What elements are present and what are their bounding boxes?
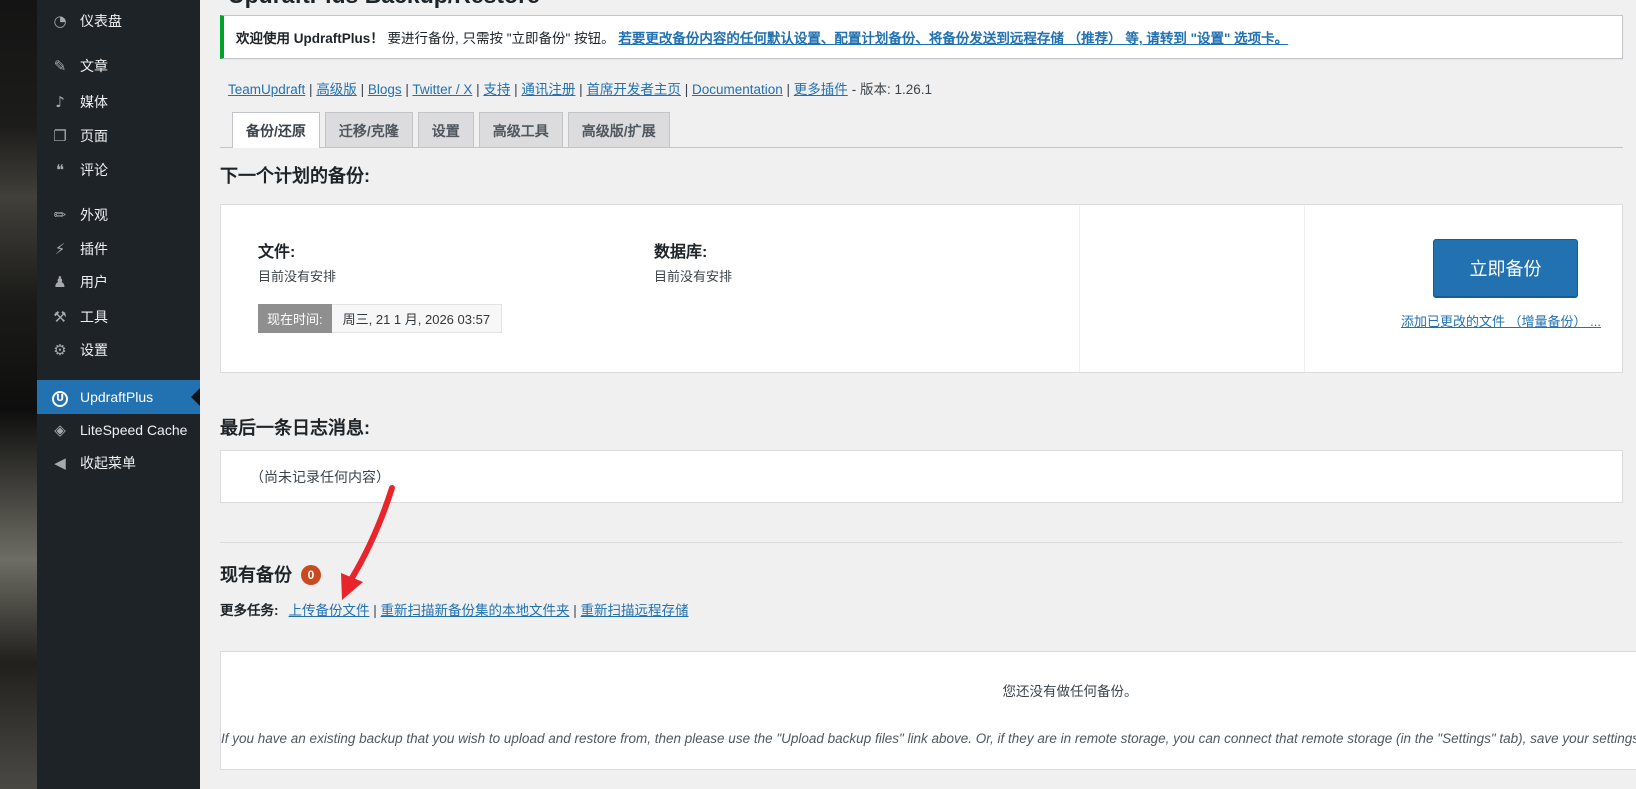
sidebar-item-label: 评论	[80, 160, 108, 180]
next-backup-heading: 下一个计划的备份:	[220, 162, 370, 188]
plug-icon: ⚡	[50, 240, 70, 258]
wrench-icon: ⚒	[50, 308, 70, 326]
sidebar-item-comments[interactable]: ❝ 评论	[37, 153, 200, 187]
link-blogs[interactable]: Blogs	[368, 82, 402, 97]
brush-icon: ✏	[50, 206, 70, 224]
backup-now-button[interactable]: 立即备份	[1433, 239, 1578, 297]
sidebar-item-posts[interactable]: ✎ 文章	[37, 49, 200, 83]
link-twitter[interactable]: Twitter / X	[412, 82, 472, 97]
link-more-plugins[interactable]: 更多插件	[794, 82, 848, 97]
more-tasks-row: 更多任务: 上传备份文件重新扫描新备份集的本地文件夹重新扫描远程存储	[220, 599, 689, 619]
sidebar-item-collapse-menu[interactable]: ◀ 收起菜单	[37, 446, 200, 480]
sidebar-item-label: 设置	[80, 340, 108, 360]
time-now: 现在时间:周三, 21 1 月, 2026 03:57	[258, 304, 502, 333]
time-now-label: 现在时间:	[258, 304, 332, 333]
link-rescan-local-folder[interactable]: 重新扫描新备份集的本地文件夹	[381, 603, 570, 618]
link-teamupdraft[interactable]: TeamUpdraft	[228, 82, 305, 97]
tab-migrate-clone[interactable]: 迁移/克隆	[325, 112, 413, 147]
existing-backups-title: 现有备份	[220, 565, 292, 585]
sidebar-item-label: 用户	[80, 272, 108, 292]
next-backup-panel: 文件: 目前没有安排 数据库: 目前没有安排 现在时间:周三, 21 1 月, …	[220, 204, 1623, 373]
link-rescan-remote-storage[interactable]: 重新扫描远程存储	[581, 603, 689, 618]
welcome-notice: 欢迎使用 UpdraftPlus！ 要进行备份, 只需按 "立即备份" 按钮。 …	[220, 15, 1623, 59]
updraftplus-icon: U	[50, 387, 70, 407]
tab-backup-restore[interactable]: 备份/还原	[232, 112, 320, 148]
sidebar-item-litespeed-cache[interactable]: ◈ LiteSpeed Cache	[37, 413, 200, 447]
link-premium[interactable]: 高级版	[316, 82, 357, 97]
sidebar-item-label: 文章	[80, 56, 108, 76]
sidebar-item-label: 媒体	[80, 92, 108, 112]
sidebar-item-dashboard[interactable]: ◔ 仪表盘	[37, 4, 200, 38]
plugin-links-row: TeamUpdraft 高级版 Blogs Twitter / X 支持通讯注册首席开发…	[228, 78, 932, 98]
existing-backups-panel: 您还没有做任何备份。 If you have an existing backu…	[220, 651, 1636, 770]
tab-premium-extensions[interactable]: 高级版/扩展	[568, 112, 670, 147]
link-upload-backup-files[interactable]: 上传备份文件	[289, 603, 370, 618]
admin-sidebar: ◔ 仪表盘 ✎ 文章 ♪ 媒体 ❐ 页面 ❝ 评论 ✏ 外观 ⚡ 插件 ♟ 用户 ⚒ 工具 ⚙ 设置…	[37, 0, 200, 789]
sidebar-item-pages[interactable]: ❐ 页面	[37, 119, 200, 153]
link-documentation[interactable]: Documentation	[692, 82, 783, 97]
upload-help-text: If you have an existing backup that you …	[221, 731, 1636, 746]
sidebar-item-settings[interactable]: ⚙ 设置	[37, 333, 200, 367]
collapse-menu-icon: ◀	[50, 454, 70, 472]
welcome-notice-text: 要进行备份, 只需按 "立即备份" 按钮。	[384, 31, 619, 46]
sidebar-item-label: 仪表盘	[80, 11, 122, 31]
desktop-background	[0, 0, 37, 789]
backup-count-badge: 0	[301, 565, 321, 585]
litespeed-icon: ◈	[50, 421, 70, 439]
pin-icon: ✎	[50, 57, 70, 75]
link-lead-developer[interactable]: 首席开发者主页	[586, 82, 681, 97]
sidebar-item-appearance[interactable]: ✏ 外观	[37, 198, 200, 232]
no-backups-message: 您还没有做任何备份。	[221, 680, 1636, 700]
section-divider	[220, 542, 1623, 543]
tab-settings[interactable]: 设置	[418, 112, 474, 147]
last-log-panel: （尚未记录任何内容）	[220, 450, 1623, 503]
last-log-heading: 最后一条日志消息:	[220, 414, 370, 440]
sidebar-item-label: 外观	[80, 205, 108, 225]
settings-tab-link[interactable]: 若要更改备份内容的任何默认设置、配置计划备份、将备份发送到远程存储 （推荐） 等…	[618, 31, 1288, 46]
sidebar-item-label: 插件	[80, 239, 108, 259]
sidebar-item-updraftplus[interactable]: U UpdraftPlus	[37, 380, 200, 414]
sidebar-item-media[interactable]: ♪ 媒体	[37, 85, 200, 119]
existing-backups-heading: 现有备份 0	[220, 561, 321, 587]
comments-icon: ❝	[50, 161, 70, 179]
tab-bar: 备份/还原迁移/克隆设置高级工具高级版/扩展	[232, 112, 675, 148]
pages-icon: ❐	[50, 127, 70, 145]
time-now-value: 周三, 21 1 月, 2026 03:57	[332, 304, 502, 333]
link-newsletter[interactable]: 通讯注册	[521, 82, 575, 97]
sidebar-item-label: LiteSpeed Cache	[80, 422, 187, 438]
sidebar-item-label: 收起菜单	[80, 453, 136, 473]
media-icon: ♪	[50, 93, 70, 111]
database-status: 目前没有安排	[654, 266, 732, 285]
page-title: UpdraftPlus Backup/Restore	[228, 0, 540, 9]
sidebar-item-plugins[interactable]: ⚡ 插件	[37, 232, 200, 266]
welcome-notice-bold: 欢迎使用 UpdraftPlus！	[236, 31, 384, 46]
version-text: - 版本: 1.26.1	[852, 82, 932, 97]
sidebar-item-label: 工具	[80, 307, 108, 327]
incremental-backup-link[interactable]: 添加已更改的文件 （增量备份） ...	[1401, 311, 1601, 330]
files-label: 文件:	[258, 238, 295, 262]
tab-advanced-tools[interactable]: 高级工具	[479, 112, 563, 147]
link-support[interactable]: 支持	[483, 82, 510, 97]
updraftplus-admin-screen: ◔ 仪表盘 ✎ 文章 ♪ 媒体 ❐ 页面 ❝ 评论 ✏ 外观 ⚡ 插件 ♟ 用户 ⚒ 工具 ⚙ 设置…	[0, 0, 1636, 789]
users-icon: ♟	[50, 273, 70, 291]
panel-divider	[1304, 205, 1305, 372]
files-status: 目前没有安排	[258, 266, 336, 285]
sidebar-item-users[interactable]: ♟ 用户	[37, 265, 200, 299]
more-tasks-label: 更多任务:	[220, 603, 279, 618]
panel-divider	[1079, 205, 1080, 372]
sidebar-item-tools[interactable]: ⚒ 工具	[37, 300, 200, 334]
dashboard-icon: ◔	[50, 12, 70, 30]
last-log-message: （尚未记录任何内容）	[250, 467, 390, 487]
database-label: 数据库:	[654, 238, 707, 262]
sidebar-item-label: UpdraftPlus	[80, 389, 153, 405]
sidebar-item-label: 页面	[80, 126, 108, 146]
gear-icon: ⚙	[50, 341, 70, 359]
